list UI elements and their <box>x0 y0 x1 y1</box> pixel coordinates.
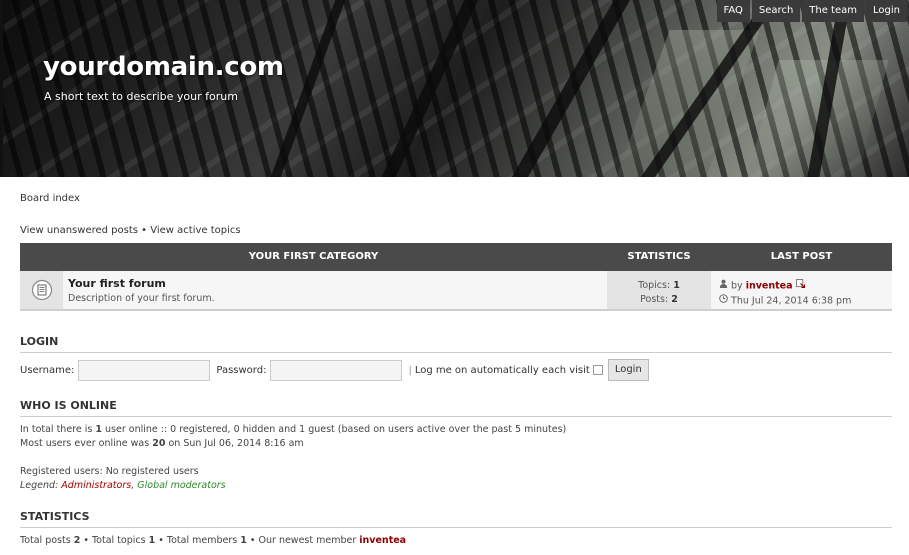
online-total-count: 1 <box>95 424 102 435</box>
total-topics-label: • Total topics <box>83 535 146 546</box>
quick-links: View unanswered posts • View active topi… <box>20 225 241 236</box>
legend-global-moderators-link[interactable]: Global moderators <box>137 480 225 491</box>
view-active-link[interactable]: View active topics <box>150 225 240 236</box>
statistics-heading: Statistics <box>20 510 892 528</box>
autologin-checkbox[interactable] <box>592 365 603 375</box>
login-separator: | <box>408 364 412 376</box>
nav-search[interactable]: Search <box>751 0 801 22</box>
forum-row: Your first forum Description of your fir… <box>20 271 892 311</box>
top-nav: FAQ Search The team Login <box>716 0 907 22</box>
posts-count: 2 <box>671 294 678 305</box>
forum-info: Your first forum Description of your fir… <box>63 271 607 309</box>
registered-users: Registered users: No registered users <box>20 466 199 477</box>
last-post-by: by <box>731 280 743 292</box>
forum-title-link[interactable]: Your first forum <box>68 277 166 290</box>
online-total-suffix: user online :: 0 registered, 0 hidden an… <box>105 424 567 435</box>
last-post-time: Thu Jul 24, 2014 6:38 pm <box>731 295 852 306</box>
nav-the-team[interactable]: The team <box>802 0 865 22</box>
site-header: yourdomain.com A short text to describe … <box>0 0 909 177</box>
forum-table-header: Your first category Statistics Last post <box>20 243 892 271</box>
legend: Legend: Administrators, Global moderator… <box>20 479 892 493</box>
breadcrumb-board-index[interactable]: Board index <box>20 193 80 204</box>
legend-administrators-link[interactable]: Administrators <box>61 480 131 491</box>
quicklinks-separator: • <box>141 225 148 236</box>
last-post-user-link[interactable]: inventea <box>746 281 793 292</box>
online-total: In total there is 1 user online :: 0 reg… <box>20 423 892 437</box>
password-input[interactable] <box>270 359 403 381</box>
total-topics-count: 1 <box>148 535 156 546</box>
statistics-line: Total posts 2 • Total topics 1 • Total m… <box>20 534 892 548</box>
password-label: Password: <box>216 364 267 376</box>
online-record-suffix: on Sun Jul 06, 2014 8:16 am <box>168 438 304 449</box>
nav-faq[interactable]: FAQ <box>716 0 750 22</box>
site-description: A short text to describe your forum <box>44 90 238 103</box>
legend-comma: , <box>131 480 135 491</box>
login-button[interactable]: Login <box>607 359 649 381</box>
statistics-header: Statistics <box>627 251 691 262</box>
total-posts-count: 2 <box>73 535 81 546</box>
online-record-count: 20 <box>152 438 166 449</box>
user-icon <box>719 279 728 293</box>
legend-label: Legend: <box>20 480 59 491</box>
total-posts-label: Total posts <box>20 535 71 546</box>
username-input[interactable] <box>78 359 211 381</box>
forum-last-post: by inventea Thu Jul 24, 2014 6:38 pm <box>711 271 892 309</box>
category-header[interactable]: Your first category <box>20 243 607 271</box>
forum-stats: Topics: 1 Posts: 2 <box>607 271 711 309</box>
newest-member-link[interactable]: inventea <box>359 535 406 546</box>
login-form: Username: Password: | Log me on automati… <box>20 359 892 381</box>
login-heading: Login <box>20 335 892 353</box>
forum-read-icon <box>20 271 63 309</box>
autologin-label[interactable]: Log me on automatically each visit <box>415 365 590 376</box>
total-members-label: • Total members <box>158 535 238 546</box>
nav-login[interactable]: Login <box>866 0 907 22</box>
site-title[interactable]: yourdomain.com <box>43 52 284 82</box>
online-total-prefix: In total there is <box>20 424 93 435</box>
newest-member-label: • Our newest member <box>249 535 357 546</box>
who-is-online-heading: Who is online <box>20 399 892 417</box>
view-latest-post-icon[interactable] <box>795 279 805 293</box>
forum-table: Your first category Statistics Last post… <box>20 243 892 311</box>
topics-count: 1 <box>673 280 680 291</box>
who-is-online-section: Who is online In total there is 1 user o… <box>20 399 892 493</box>
online-record: Most users ever online was 20 on Sun Jul… <box>20 437 892 451</box>
statistics-section: Statistics Total posts 2 • Total topics … <box>20 510 892 548</box>
clock-icon <box>719 293 728 308</box>
online-record-prefix: Most users ever online was <box>20 438 150 449</box>
forum-description: Description of your first forum. <box>68 293 215 304</box>
username-label: Username: <box>20 364 75 376</box>
posts-label: Posts: <box>640 294 669 305</box>
topics-label: Topics: <box>638 280 671 291</box>
login-section: Login Username: Password: | Log me on au… <box>20 335 892 381</box>
breadcrumb: Board index <box>20 193 80 204</box>
last-post-header: Last post <box>770 251 833 262</box>
total-members-count: 1 <box>240 535 247 546</box>
view-unanswered-link[interactable]: View unanswered posts <box>20 225 138 236</box>
